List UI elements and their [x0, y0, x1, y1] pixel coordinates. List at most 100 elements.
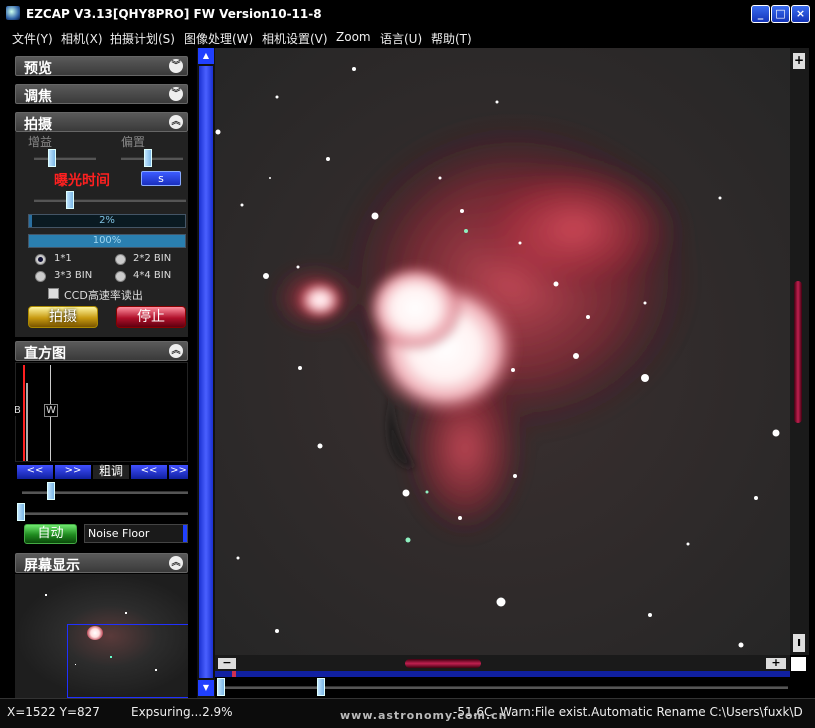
gain-slider-thumb[interactable] — [48, 149, 56, 167]
chevron-up-icon[interactable]: ︽ — [169, 556, 183, 570]
hist-shift-right-button[interactable]: >> — [55, 465, 91, 479]
cursor-coordinates: X=1522 Y=827 — [7, 705, 100, 719]
corner-box — [791, 657, 806, 671]
menu-camera-settings[interactable]: 相机设置(V) — [262, 30, 328, 47]
window-title: EZCAP V3.13[QHY8PRO] FW Version10-11-8 — [26, 7, 322, 21]
section-display-label: 屏幕显示 — [24, 558, 80, 574]
auto-stretch-button[interactable]: 自动 — [24, 524, 77, 544]
zoom-out-icon[interactable]: ı — [793, 634, 805, 652]
orion-nebula-image — [215, 48, 790, 655]
exposure-unit-button[interactable]: s — [141, 171, 181, 186]
horizontal-pan-thumb[interactable] — [405, 659, 481, 668]
bin-3x3-label: 3*3 BIN — [54, 270, 93, 281]
hist-shift-left-button-2[interactable]: << — [131, 465, 167, 479]
histogram-red-channel — [23, 365, 25, 461]
exposure-progress-text: 2% — [99, 215, 115, 226]
section-preview-label: 预览 — [24, 61, 52, 77]
gain-label: 增益 — [28, 135, 53, 149]
bin-1x1-label: 1*1 — [54, 253, 72, 264]
bin-3x3-radio[interactable] — [35, 271, 46, 282]
zoom-in-icon[interactable]: + — [793, 53, 805, 69]
bin-2x2-label: 2*2 BIN — [133, 253, 172, 264]
exposure-time-label: 曝光时间 — [54, 173, 110, 189]
dropdown-arrow-icon[interactable] — [183, 525, 187, 542]
ccd-highspeed-label: CCD高速率读出 — [64, 289, 143, 302]
start-capture-button[interactable]: 拍摄 — [28, 306, 98, 328]
viewport-rectangle[interactable] — [67, 624, 188, 698]
menu-bar: 文件(Y) 相机(X) 拍摄计划(S) 图像处理(W) 相机设置(V) Zoom… — [0, 28, 815, 48]
menu-zoom[interactable]: Zoom — [336, 30, 371, 44]
stretch-mode-value: Noise Floor — [88, 527, 150, 540]
app-icon — [6, 6, 20, 20]
download-progress-text: 100% — [92, 235, 122, 246]
histogram-fine-thumb[interactable] — [17, 503, 25, 521]
section-capture-header[interactable]: 拍摄 ︽ — [15, 112, 188, 133]
menu-image-processing[interactable]: 图像处理(W) — [184, 30, 253, 47]
coarse-adjust-label[interactable]: 粗调 — [93, 465, 129, 479]
gain-slider[interactable] — [34, 157, 96, 160]
histogram-nav-row: << >> 粗调 << >> — [17, 465, 188, 479]
status-bar: X=1522 Y=827 Expsuring...2.9% -51.6C War… — [0, 698, 815, 728]
histogram-plot[interactable]: B W — [14, 362, 188, 462]
section-focus-header[interactable]: 调焦 ︾ — [15, 84, 188, 105]
histogram-coarse-thumb[interactable] — [47, 482, 55, 500]
minimize-button[interactable]: _ — [751, 5, 770, 23]
stop-capture-button[interactable]: 停止 — [116, 306, 186, 328]
offset-slider-thumb[interactable] — [144, 149, 152, 167]
bin-4x4-label: 4*4 BIN — [133, 270, 172, 281]
ccd-highspeed-checkbox[interactable] — [48, 288, 59, 299]
menu-language[interactable]: 语言(U) — [380, 30, 422, 47]
exposure-slider[interactable] — [34, 199, 186, 202]
bin-4x4-radio[interactable] — [115, 271, 126, 282]
title-bar: EZCAP V3.13[QHY8PRO] FW Version10-11-8 _… — [0, 0, 815, 28]
menu-help[interactable]: 帮助(T) — [431, 30, 472, 47]
scroll-up-icon[interactable]: ▲ — [198, 48, 214, 64]
histogram-black-marker[interactable]: B — [14, 405, 21, 416]
histogram-white-marker[interactable]: W — [44, 404, 58, 417]
scroll-thumb[interactable] — [199, 66, 213, 678]
image-horizontal-scrollbar[interactable]: − + — [215, 655, 790, 671]
bin-1x1-radio[interactable] — [35, 254, 46, 265]
histogram-fine-slider[interactable] — [22, 512, 188, 515]
section-preview-header[interactable]: 预览 ︾ — [15, 56, 188, 77]
menu-camera[interactable]: 相机(X) — [61, 30, 103, 47]
camera-image-view[interactable] — [215, 48, 790, 655]
zoom-plus-icon[interactable]: + — [766, 657, 786, 669]
bottom-marker — [232, 671, 236, 677]
bin-2x2-radio[interactable] — [115, 254, 126, 265]
image-vertical-scrollbar-right[interactable]: + ı — [790, 48, 809, 655]
hist-shift-left-button[interactable]: << — [17, 465, 53, 479]
zoom-minus-icon[interactable]: − — [218, 657, 236, 669]
image-vertical-scrollbar-left[interactable]: ▲ ▼ — [197, 48, 215, 698]
menu-file[interactable]: 文件(Y) — [12, 30, 53, 47]
watermark-text: www.astronomy.com.cn — [340, 709, 508, 722]
exposure-slider-thumb[interactable] — [66, 191, 74, 209]
section-capture-label: 拍摄 — [24, 117, 52, 133]
offset-slider[interactable] — [121, 157, 183, 160]
chevron-up-icon[interactable]: ︽ — [169, 344, 183, 358]
chevron-up-icon[interactable]: ︽ — [169, 115, 183, 129]
section-focus-label: 调焦 — [24, 89, 52, 105]
section-histogram-label: 直方图 — [24, 346, 66, 362]
offset-label: 偏置 — [121, 135, 146, 149]
menu-capture-plan[interactable]: 拍摄计划(S) — [110, 30, 175, 47]
bottom-blue-track — [215, 671, 790, 677]
download-progress-bar: 100% — [28, 234, 186, 248]
vertical-pan-thumb[interactable] — [794, 281, 802, 423]
chevron-down-icon[interactable]: ︾ — [169, 59, 183, 73]
hist-shift-right-button-2[interactable]: >> — [169, 465, 188, 479]
section-display-header[interactable]: 屏幕显示 ︽ — [15, 553, 188, 574]
exposure-status: Expsuring...2.9% — [131, 705, 233, 719]
status-message: Warn:File exist.Automatic Rename C:\User… — [500, 705, 803, 719]
exposure-progress-bar: 2% — [28, 214, 186, 228]
bottom-slider[interactable] — [222, 686, 788, 689]
overview-thumbnail[interactable] — [15, 574, 188, 698]
maximize-button[interactable]: □ — [771, 5, 790, 23]
scroll-down-icon[interactable]: ▼ — [198, 680, 214, 696]
close-button[interactable]: × — [791, 5, 810, 23]
section-histogram-header[interactable]: 直方图 ︽ — [15, 341, 188, 362]
chevron-down-icon[interactable]: ︾ — [169, 87, 183, 101]
bottom-slider-thumb[interactable] — [317, 678, 325, 696]
stretch-mode-select[interactable]: Noise Floor — [84, 524, 188, 543]
bottom-slider-thumb-left[interactable] — [217, 678, 225, 696]
